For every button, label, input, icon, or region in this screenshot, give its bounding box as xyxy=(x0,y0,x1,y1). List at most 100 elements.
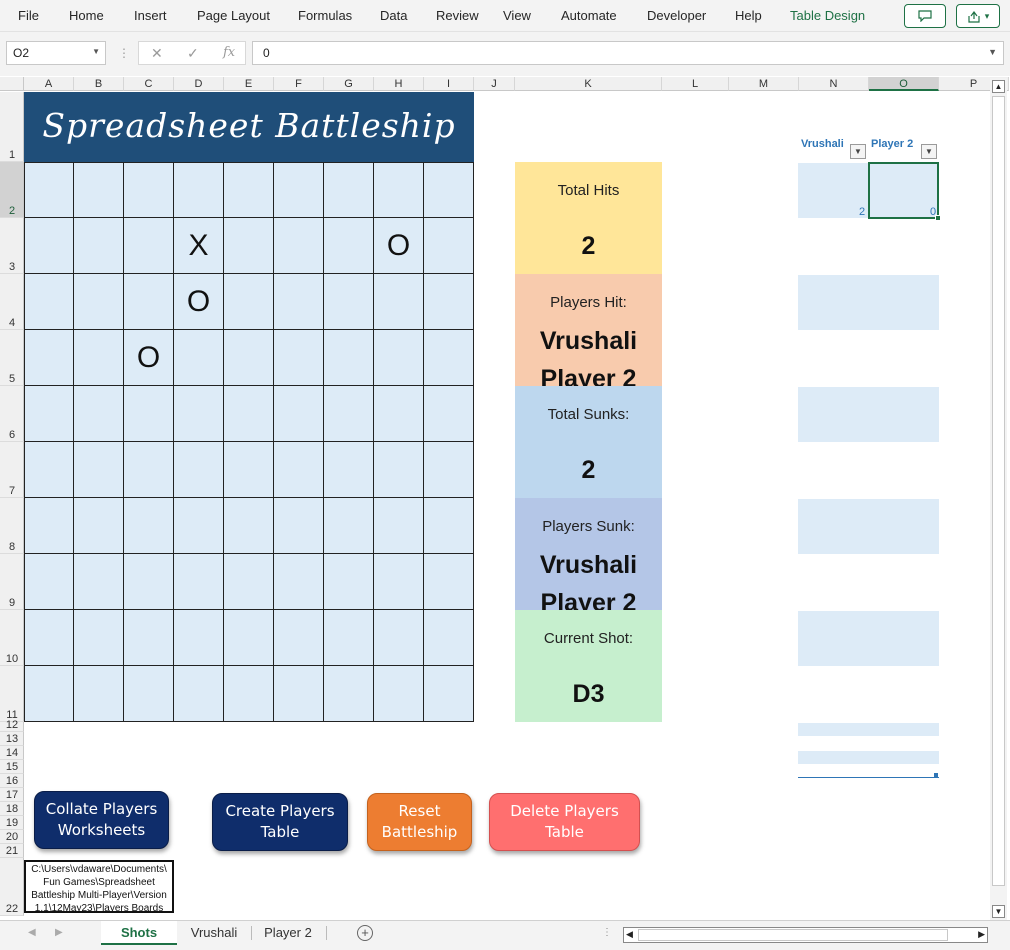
column-header[interactable]: G xyxy=(324,77,374,91)
row-header[interactable]: 10 xyxy=(0,610,24,666)
board-cell[interactable] xyxy=(124,442,174,498)
board-cell[interactable] xyxy=(374,442,424,498)
board-cell[interactable] xyxy=(124,162,174,218)
table-row[interactable] xyxy=(798,275,939,330)
board-cell[interactable] xyxy=(274,330,324,386)
row-header[interactable]: 17 xyxy=(0,788,24,802)
row-header[interactable]: 14 xyxy=(0,746,24,760)
board-cell[interactable] xyxy=(74,554,124,610)
menu-table-design[interactable]: Table Design xyxy=(790,8,865,23)
board-cell[interactable] xyxy=(324,554,374,610)
board-cell[interactable] xyxy=(424,666,474,722)
board-cell[interactable] xyxy=(24,218,74,274)
board-cell[interactable] xyxy=(374,330,424,386)
board-cell[interactable] xyxy=(224,498,274,554)
column-header[interactable]: J xyxy=(474,77,515,91)
column-header[interactable]: F xyxy=(274,77,324,91)
vertical-scrollbar[interactable]: ▲ ▼ xyxy=(990,78,1007,920)
create-players-table-button[interactable]: Create Players Table xyxy=(212,793,348,851)
board-cell-marked[interactable]: X xyxy=(174,218,224,274)
menu-view[interactable]: View xyxy=(503,8,531,23)
formula-input[interactable]: 0 ▼ xyxy=(252,41,1004,65)
cancel-icon[interactable]: ✕ xyxy=(151,45,163,62)
board-cell[interactable] xyxy=(374,386,424,442)
menu-insert[interactable]: Insert xyxy=(134,8,167,23)
reset-battleship-button[interactable]: Reset Battleship xyxy=(367,793,472,851)
table-row[interactable] xyxy=(798,751,939,764)
board-cell[interactable] xyxy=(274,442,324,498)
board-cell[interactable] xyxy=(374,498,424,554)
board-cell[interactable] xyxy=(374,554,424,610)
row-header[interactable]: 12 xyxy=(0,719,24,732)
board-cell[interactable] xyxy=(24,162,74,218)
board-cell[interactable] xyxy=(274,386,324,442)
scroll-right-icon[interactable]: ▶ xyxy=(978,929,985,940)
menu-review[interactable]: Review xyxy=(436,8,479,23)
board-cell[interactable] xyxy=(274,218,324,274)
board-cell[interactable] xyxy=(74,162,124,218)
row-header[interactable]: 3 xyxy=(0,218,24,274)
board-cell[interactable] xyxy=(174,498,224,554)
row-header[interactable]: 16 xyxy=(0,774,24,788)
board-cell[interactable] xyxy=(224,330,274,386)
board-cell[interactable] xyxy=(74,498,124,554)
column-header[interactable]: B xyxy=(74,77,124,91)
row-header[interactable]: 4 xyxy=(0,274,24,330)
board-cell[interactable] xyxy=(424,162,474,218)
board-cell[interactable] xyxy=(324,498,374,554)
share-button[interactable]: ▾ xyxy=(956,4,1000,28)
board-cell[interactable] xyxy=(74,330,124,386)
board-cell[interactable] xyxy=(324,610,374,666)
board-cell[interactable] xyxy=(324,162,374,218)
menu-page-layout[interactable]: Page Layout xyxy=(197,8,270,23)
table-header-vrushali[interactable]: Vrushali xyxy=(801,138,844,150)
board-cell[interactable] xyxy=(274,610,324,666)
row-header[interactable]: 5 xyxy=(0,330,24,386)
board-cell[interactable] xyxy=(24,666,74,722)
chevron-down-icon[interactable]: ▼ xyxy=(92,47,100,56)
board-cell[interactable] xyxy=(74,442,124,498)
total-hits-panel[interactable]: Total Hits 2 xyxy=(515,162,662,274)
board-cell[interactable] xyxy=(174,610,224,666)
fill-handle[interactable] xyxy=(935,215,941,221)
board-cell[interactable] xyxy=(374,162,424,218)
board-cell[interactable] xyxy=(174,386,224,442)
table-resize-handle[interactable] xyxy=(934,773,938,777)
board-cell-marked[interactable]: O xyxy=(374,218,424,274)
row-header[interactable]: 6 xyxy=(0,386,24,442)
players-sunk-panel[interactable]: Players Sunk: Vrushali Player 2 xyxy=(515,498,662,610)
board-cell[interactable] xyxy=(24,498,74,554)
board-cell[interactable] xyxy=(274,498,324,554)
board-cell[interactable] xyxy=(224,554,274,610)
column-header[interactable]: L xyxy=(662,77,729,91)
board-cell[interactable] xyxy=(224,274,274,330)
menu-data[interactable]: Data xyxy=(380,8,407,23)
row-header[interactable]: 13 xyxy=(0,732,24,746)
board-cell[interactable] xyxy=(24,610,74,666)
expand-formula-icon[interactable]: ▼ xyxy=(988,47,997,57)
board-cell[interactable] xyxy=(424,610,474,666)
tab-next-icon[interactable]: ▶ xyxy=(55,927,63,938)
board-cell[interactable] xyxy=(224,610,274,666)
column-header[interactable]: I xyxy=(424,77,474,91)
board-cell[interactable] xyxy=(274,274,324,330)
board-cell[interactable] xyxy=(324,386,374,442)
tab-shots[interactable]: Shots xyxy=(101,921,177,945)
tab-prev-icon[interactable]: ◀ xyxy=(28,927,36,938)
column-header[interactable]: C xyxy=(124,77,174,91)
board-cell[interactable] xyxy=(224,162,274,218)
scroll-up-icon[interactable]: ▲ xyxy=(992,80,1005,93)
filter-dropdown-icon[interactable]: ▼ xyxy=(921,144,937,159)
board-cell[interactable] xyxy=(74,218,124,274)
board-cell[interactable] xyxy=(374,610,424,666)
menu-formulas[interactable]: Formulas xyxy=(298,8,352,23)
board-cell[interactable] xyxy=(374,666,424,722)
board-cell[interactable] xyxy=(324,442,374,498)
board-cell[interactable] xyxy=(174,330,224,386)
board-cell[interactable] xyxy=(274,554,324,610)
name-box[interactable]: O2 ▼ xyxy=(6,41,106,65)
board-cell[interactable] xyxy=(324,330,374,386)
row-header[interactable]: 7 xyxy=(0,442,24,498)
row-header[interactable]: 1 xyxy=(0,92,24,162)
table-row[interactable] xyxy=(798,499,939,554)
